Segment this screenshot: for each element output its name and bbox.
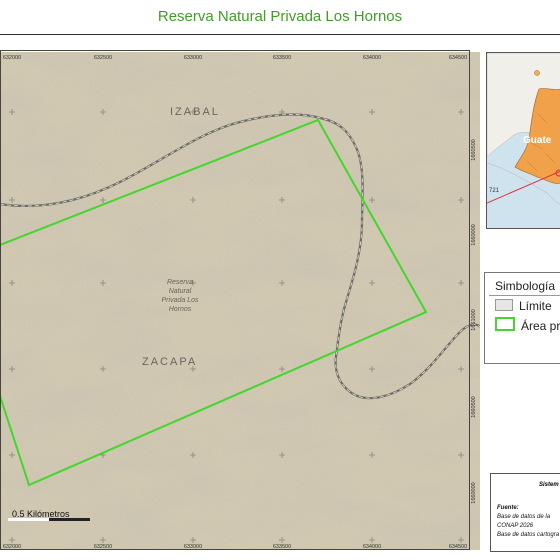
reserve-label-3: Privada Los [162, 297, 199, 304]
protected-area-swatch [495, 317, 515, 331]
reserve-label-4: Hornos [169, 306, 192, 313]
source-line-1: Base de datos de la [497, 514, 551, 520]
inset-callout-label: 721 [489, 188, 500, 194]
scale-label: 0.5 Kilómetros [12, 509, 70, 519]
inset-country-label: Guate [523, 135, 552, 146]
map-title: Reserva Natural Privada Los Hornos [0, 8, 560, 34]
legend: Simbología Límite Área pr [484, 272, 560, 364]
map-title-text: Reserva Natural Privada Los Hornos [157, 8, 403, 25]
legend-item-label: Área pr [521, 319, 560, 333]
reserve-label-2: Natural [169, 288, 192, 295]
map-layout: Reserva Natural Privada Los Hornos IZABA… [0, 0, 560, 560]
source-box: Sistem Fuente: Base de datos de la CONAP… [490, 473, 560, 552]
legend-item-protected-area: Área pr [495, 317, 560, 333]
source-heading: Fuente: [497, 505, 519, 511]
source-line-3: Base de datos cartogra [497, 532, 560, 538]
legend-title: Simbología [495, 279, 556, 293]
title-divider [0, 34, 560, 35]
legend-divider [489, 295, 560, 296]
main-map: IZABAL ZACAPA Reserva Natural Privada Lo… [0, 52, 480, 550]
reserve-label-1: Reserva [167, 279, 193, 286]
inset-map-svg: Guate 721 [487, 53, 560, 228]
legend-item-label: Límite [519, 299, 552, 313]
source-line-2: CONAP 2026 [497, 523, 534, 529]
label-zacapa: ZACAPA [142, 356, 197, 368]
terrain-texture [0, 52, 480, 550]
inset-map: Guate 721 [486, 52, 560, 229]
label-izabal: IZABAL [170, 106, 220, 118]
legend-item-boundary: Límite [495, 299, 552, 313]
coordinate-system-label: Sistem [539, 482, 559, 488]
boundary-swatch [495, 299, 513, 311]
